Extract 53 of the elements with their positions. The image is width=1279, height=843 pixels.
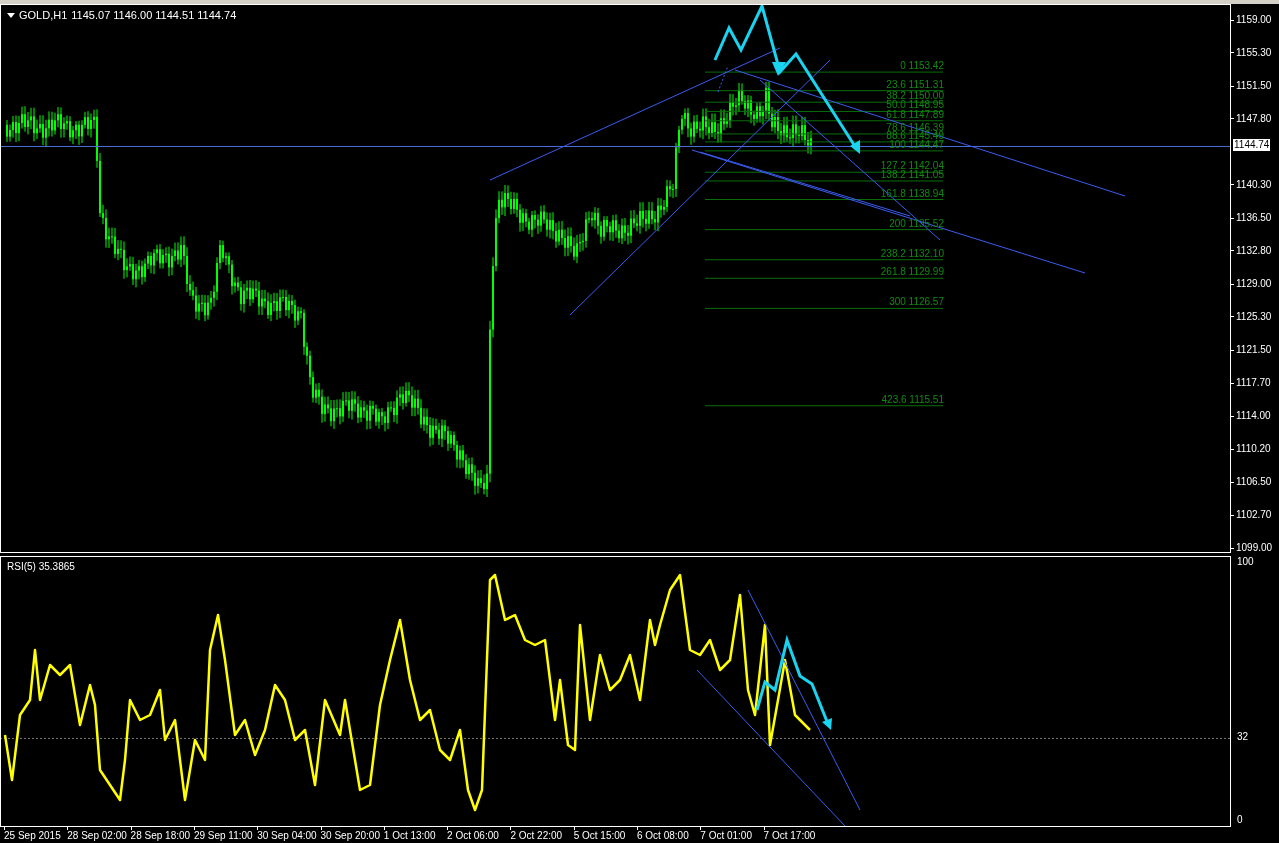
price-axis-label: 1132.80: [1236, 244, 1272, 257]
fibonacci-level-label: 423.6 1115.51: [881, 394, 944, 405]
projection-arrow[interactable]: [713, 5, 860, 154]
trend-line[interactable]: [696, 669, 846, 826]
indicator-label: RSI(5) 35.3865: [7, 560, 75, 574]
fibonacci-level-label: 0 1153.42: [900, 61, 944, 72]
time-axis-label: 2 Oct 22:00: [510, 830, 563, 841]
trend-line[interactable]: [747, 589, 861, 811]
fibonacci-level-label: 300 1126.57: [889, 297, 944, 308]
time-axis-label: 29 Sep 11:00: [193, 830, 253, 841]
rsi-axis-label: 0: [1237, 814, 1243, 826]
fibonacci-level-label: 261.8 1129.99: [880, 267, 944, 278]
fibonacci-level-label: 50.0 1148.95: [886, 100, 944, 111]
time-axis-label: 30 Sep 04:00: [257, 830, 317, 841]
time-axis-label: 2 Oct 06:00: [447, 830, 499, 841]
rsi-axis-label: 100: [1237, 556, 1254, 568]
dropdown-triangle-icon[interactable]: [7, 12, 15, 18]
fibonacci-level-label: 38.2 1150.00: [886, 91, 944, 102]
time-axis-label: 25 Sep 2015: [4, 830, 61, 841]
time-axis-label: 5 Oct 15:00: [573, 830, 626, 841]
time-axis-label: 30 Sep 20:00: [320, 830, 380, 841]
price-axis-label: 1114.00: [1236, 410, 1271, 422]
price-axis-label: 1151.50: [1236, 80, 1272, 92]
price-axis-label: 1117.70: [1236, 377, 1271, 390]
price-axis-label: 1129.00: [1236, 278, 1272, 290]
rsi-axis-label: 32: [1237, 731, 1249, 744]
projection-arrow[interactable]: [755, 634, 832, 730]
symbol-label: GOLD,H1: [19, 8, 68, 23]
price-axis-label: 1110.20: [1236, 443, 1271, 456]
time-axis-label: 28 Sep 18:00: [130, 830, 191, 841]
time-axis-label: 6 Oct 08:00: [637, 830, 689, 841]
price-axis-label: 1159.00: [1236, 14, 1272, 26]
time-axis-label: 28 Sep 02:00: [67, 830, 127, 841]
price-axis-label: 1099.00: [1236, 542, 1273, 554]
price-axis-label: 1147.80: [1236, 112, 1272, 125]
trend-line[interactable]: [489, 47, 781, 181]
fibonacci-level-label: 61.8 1147.89: [886, 109, 944, 120]
price-axis-label: 1140.30: [1236, 178, 1272, 191]
price-axis-label: 1102.70: [1236, 509, 1272, 522]
fibonacci-level-label: 127.2 1142.04: [880, 161, 944, 172]
price-axis-label: 1121.50: [1236, 344, 1272, 356]
fibonacci-level-label: 238.2 1132.10: [880, 248, 944, 259]
price-axis-label: 1106.50: [1236, 476, 1272, 488]
price-axis-label: 1125.30: [1236, 310, 1272, 323]
price-axis-label: 1136.50: [1236, 212, 1272, 224]
time-axis-label: 7 Oct 01:00: [700, 830, 752, 841]
ohlc-values: 1145.07 1146.00 1144.51 1144.74: [71, 8, 237, 23]
time-axis-label: 1 Oct 13:00: [383, 830, 436, 841]
current-price-tag: 1144.74: [1233, 139, 1271, 152]
trend-line[interactable]: [569, 59, 831, 316]
time-axis-label: 7 Oct 17:00: [763, 830, 816, 841]
price-axis-label: 1155.30: [1236, 46, 1272, 59]
fibonacci-level-label: 23.6 1151.31: [886, 79, 944, 90]
